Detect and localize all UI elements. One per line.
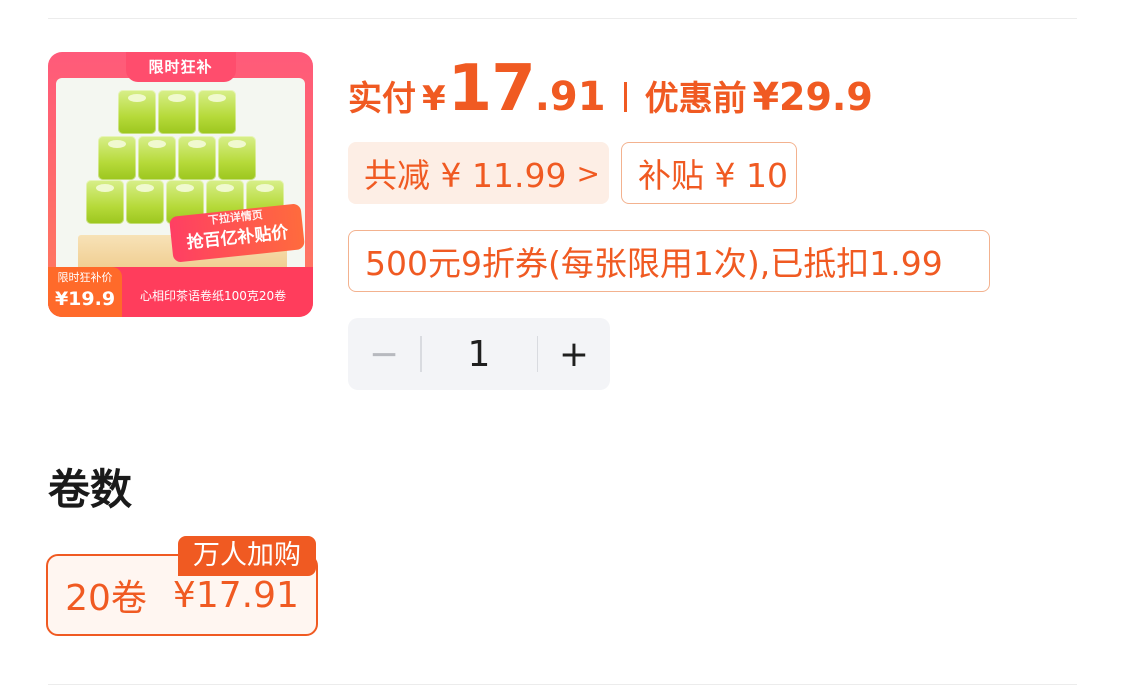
total-discount-chip[interactable]: 共减 ¥ 11.99 > [348,142,609,204]
paid-price-integer: 17 [447,52,536,126]
price-separator [623,82,627,112]
product-image[interactable]: 限时狂补 下拉详情页 抢百亿补贴价 限时狂补价 ¥19.9 心相印茶语卷纸100… [48,52,313,317]
image-price-tag: 限时狂补价 ¥19.9 [48,267,122,317]
image-caption: 心相印茶语卷纸100克20卷 [140,289,287,303]
chevron-right-icon: > [576,156,600,190]
image-ribbon: 限时狂补 [125,52,236,82]
increment-button[interactable]: + [538,334,610,375]
original-price-label: 优惠前 [644,79,747,119]
top-divider [48,18,1077,19]
subsidy-label: 补贴 ¥ 10 [638,156,788,195]
quantity-value[interactable]: 1 [422,334,537,375]
price-row: 实付 ¥ 17 .91 优惠前 ¥29.9 [348,52,873,132]
paid-label: 实付 [348,79,416,119]
paid-currency: ¥ [422,79,446,119]
coupon-chip: 500元9折券(每张限用1次),已抵扣1.99 [348,230,990,292]
subsidy-chip: 补贴 ¥ 10 [621,142,797,204]
image-price-tag-label: 限时狂补价 [57,271,113,284]
option-name: 20卷 [65,578,147,619]
original-price: ¥29.9 [752,75,873,119]
image-price-tag-value: ¥19.9 [54,288,116,310]
option-badge: 万人加购 [178,536,316,576]
option-price: ¥17.91 [172,574,299,616]
coupon-label: 500元9折券(每张限用1次),已抵扣1.99 [365,244,943,283]
option-section-title: 卷数 [48,465,133,514]
decrement-button[interactable]: − [348,334,420,375]
quantity-stepper: − 1 + [348,318,610,390]
paid-price-decimal: .91 [534,74,606,120]
bottom-divider [48,684,1077,685]
image-bottom-bar: 限时狂补价 ¥19.9 心相印茶语卷纸100克20卷 [48,267,313,317]
total-discount-label: 共减 ¥ 11.99 [364,156,567,195]
